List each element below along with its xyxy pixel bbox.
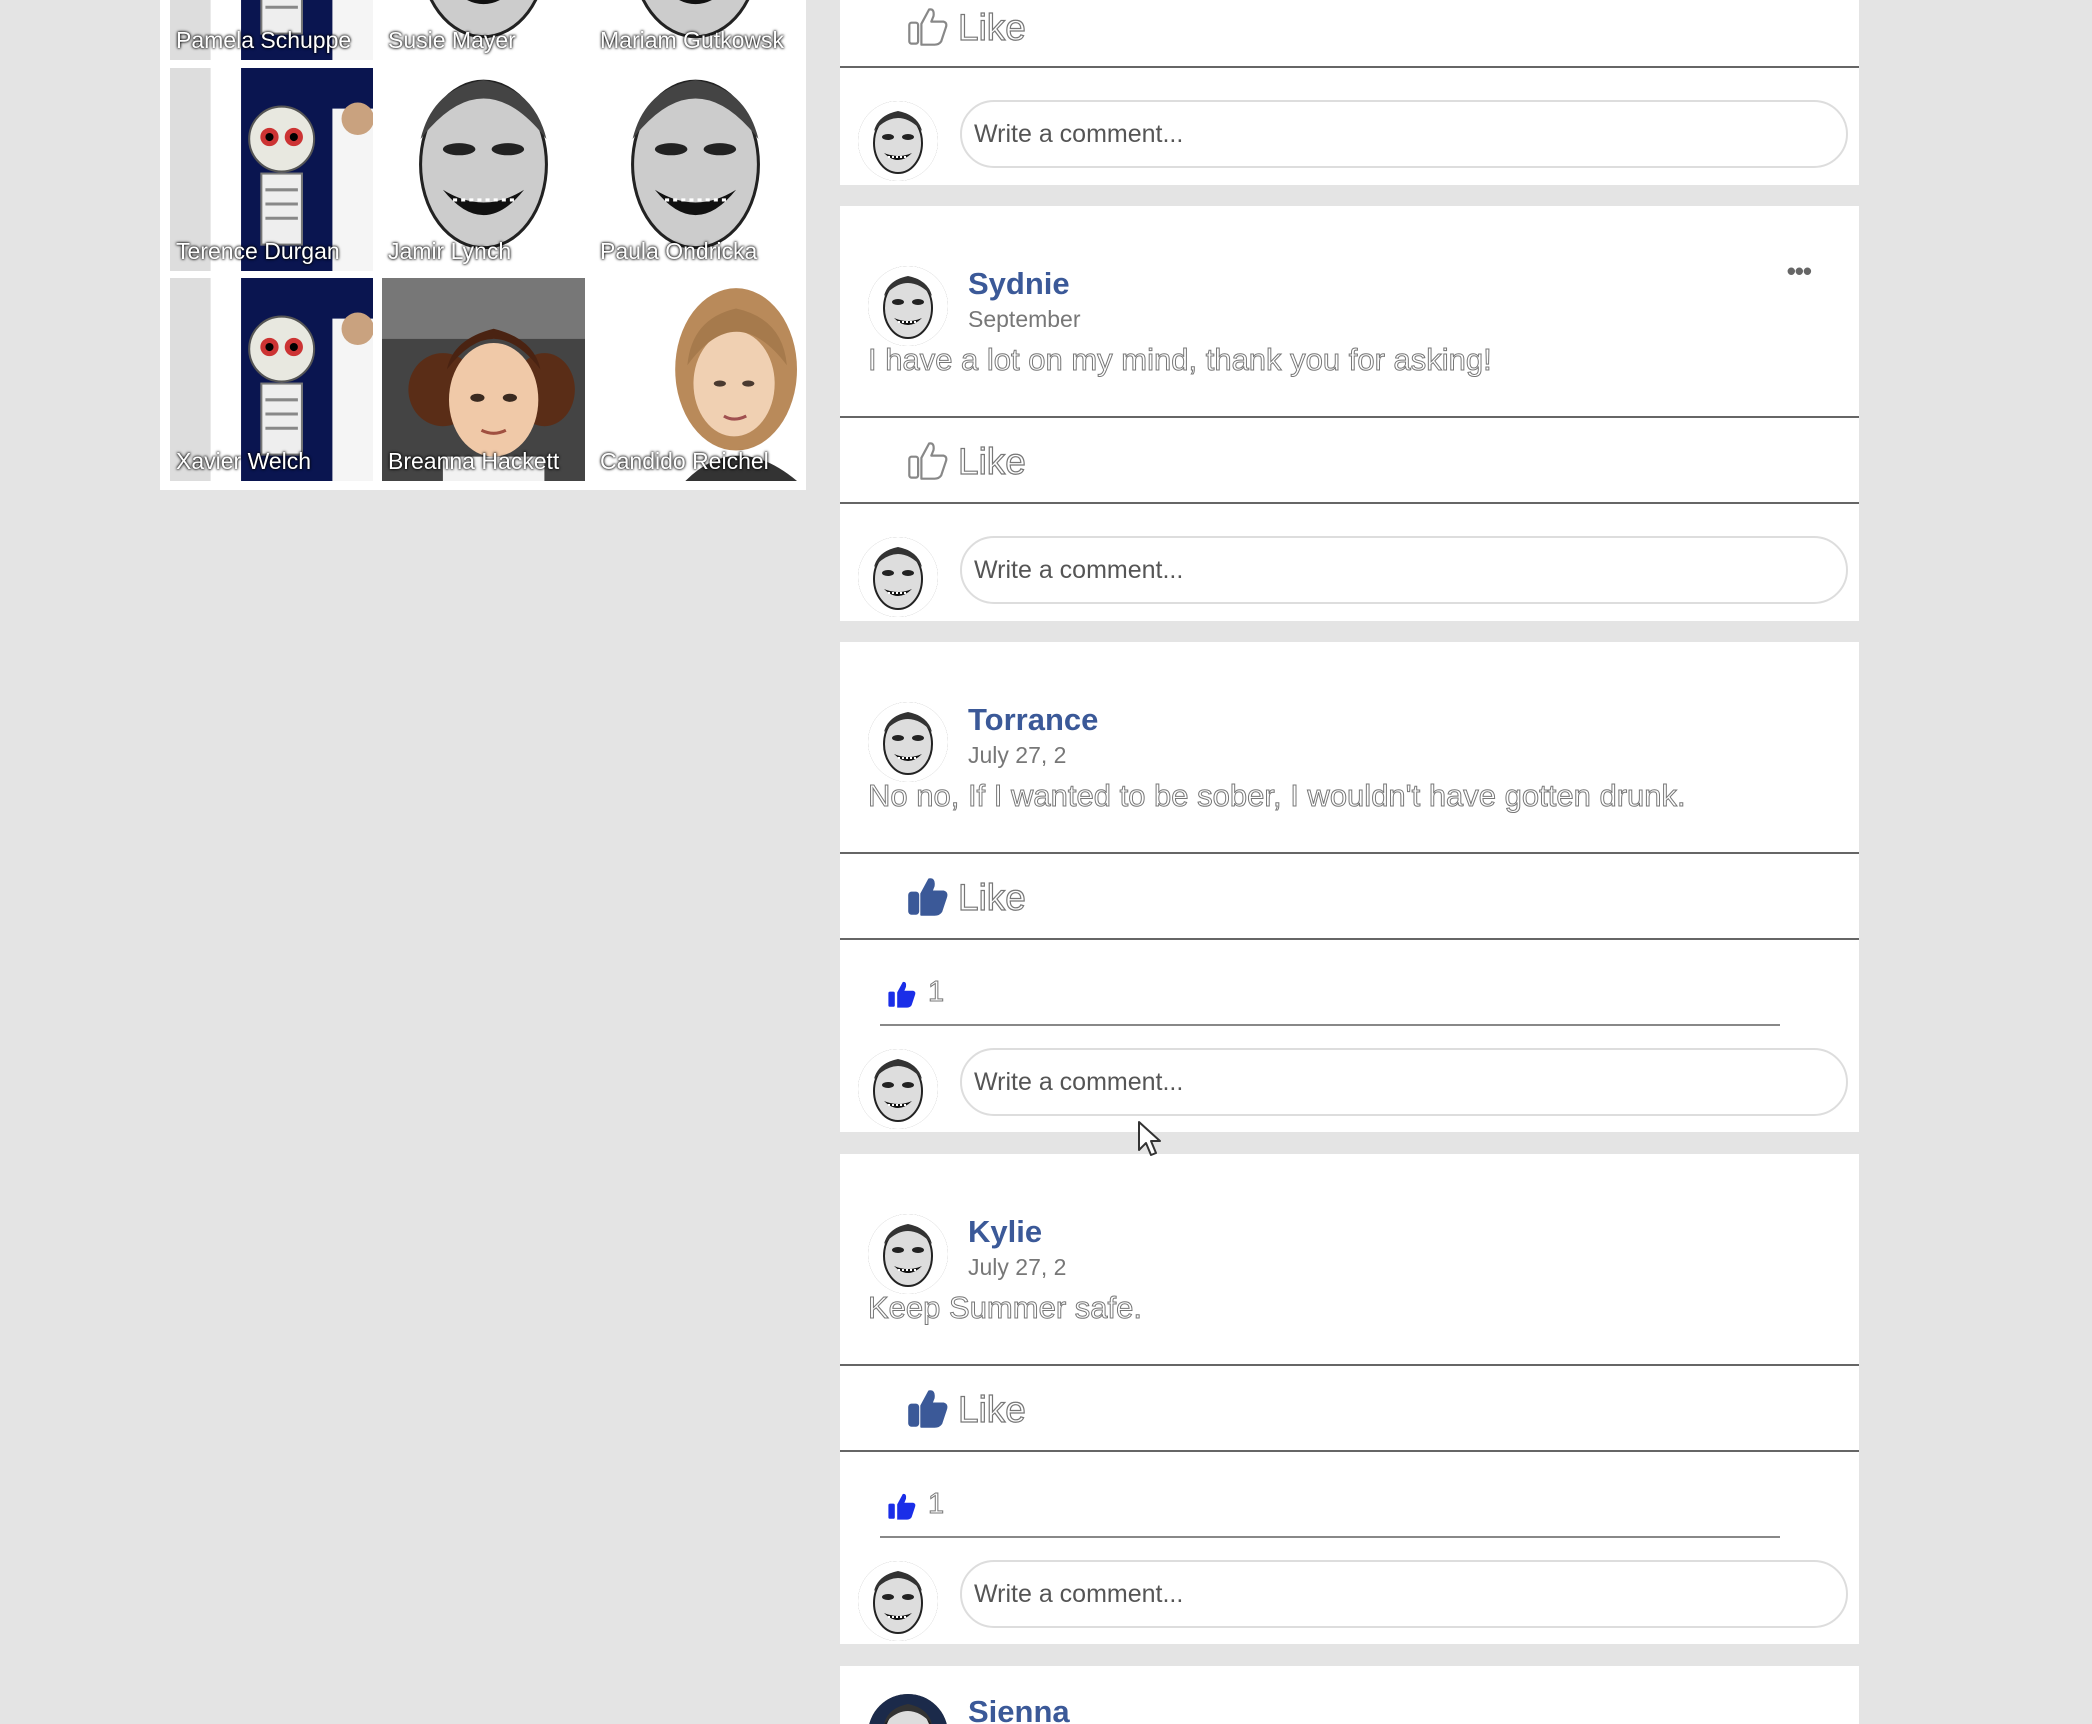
friend-tile[interactable]: Xavier Welch (170, 278, 373, 481)
author-avatar[interactable] (868, 702, 948, 782)
friend-name[interactable]: Xavier Welch (176, 448, 311, 475)
author-name[interactable]: Sienna (968, 1694, 1070, 1724)
like-button[interactable]: Like (906, 1382, 1026, 1438)
thumbs-up-icon (886, 1490, 918, 1527)
divider (840, 1450, 1859, 1452)
more-dots-icon[interactable]: ••• (1787, 256, 1812, 287)
friend-tile[interactable]: Jamir Lynch (382, 68, 585, 271)
divider (840, 852, 1859, 854)
like-label: Like (957, 6, 1026, 48)
friend-tile[interactable]: Candido Reichel (594, 278, 797, 481)
friend-tile[interactable]: Pamela Schuppe (170, 0, 373, 60)
avatar[interactable] (858, 537, 938, 617)
post-timestamp[interactable]: July 27, 2 (968, 1254, 1066, 1281)
author-name[interactable]: Torrance (968, 702, 1098, 738)
friend-tile[interactable]: Mariam Gutkowsk (594, 0, 797, 60)
divider (880, 1024, 1780, 1026)
like-button[interactable]: Like (906, 434, 1026, 490)
author-avatar[interactable] (868, 266, 948, 346)
like-count-summary[interactable]: 1 (880, 1478, 1820, 1538)
comment-input[interactable] (960, 1048, 1848, 1116)
thumbs-up-outline-icon (906, 4, 950, 53)
friend-tile[interactable]: Breanna Hackett (382, 278, 585, 481)
comment-row (840, 98, 1859, 184)
post-card: Kylie July 27, 2 Keep Summer safe. Like … (840, 1154, 1859, 1644)
divider (840, 416, 1859, 418)
thumbs-up-filled-icon (906, 874, 950, 923)
friends-photo-grid: Pamela Schuppe Susie Mayer Mariam Gutkow… (160, 0, 806, 490)
post-card: Sienna (840, 1666, 1859, 1724)
friend-name[interactable]: Jamir Lynch (388, 238, 511, 265)
like-row: Like (840, 420, 1859, 504)
friend-name[interactable]: Susie Mayer (388, 27, 516, 54)
like-button[interactable]: Like (906, 870, 1026, 926)
author-avatar[interactable] (868, 1694, 948, 1724)
post-timestamp[interactable]: July 27, 2 (968, 742, 1066, 769)
like-button[interactable]: Like (906, 0, 1026, 56)
like-label: Like (957, 876, 1026, 918)
like-label: Like (957, 440, 1026, 482)
like-count: 1 (927, 976, 945, 1009)
like-label: Like (957, 1388, 1026, 1430)
friend-name[interactable]: Pamela Schuppe (176, 27, 351, 54)
thumbs-up-outline-icon (906, 438, 950, 487)
comment-row (840, 1046, 1859, 1132)
avatar[interactable] (858, 101, 938, 181)
avatar[interactable] (858, 1049, 938, 1129)
mouse-cursor-icon (1138, 1121, 1161, 1156)
divider (840, 66, 1859, 68)
post-card: Like (840, 0, 1859, 185)
friend-name[interactable]: Paula Ondricka (600, 238, 757, 265)
friend-tile[interactable]: Paula Ondricka (594, 68, 797, 271)
friend-tile[interactable]: Terence Durgan (170, 68, 373, 271)
friend-tile[interactable]: Susie Mayer (382, 0, 585, 60)
comment-row (840, 534, 1859, 620)
post-card: Torrance July 27, 2 No no, If I wanted t… (840, 642, 1859, 1132)
divider (840, 1364, 1859, 1366)
like-count: 1 (927, 1488, 945, 1521)
comment-row (840, 1558, 1859, 1644)
author-name[interactable]: Sydnie (968, 266, 1070, 302)
avatar[interactable] (858, 1561, 938, 1641)
comment-input[interactable] (960, 536, 1848, 604)
like-row: Like (840, 1368, 1859, 1452)
friend-name[interactable]: Breanna Hackett (388, 448, 559, 475)
post-timestamp[interactable]: September (968, 306, 1081, 333)
thumbs-up-icon (886, 978, 918, 1015)
like-count-summary[interactable]: 1 (880, 966, 1820, 1026)
friend-name[interactable]: Candido Reichel (600, 448, 769, 475)
like-row: Like (840, 856, 1859, 940)
friend-name[interactable]: Terence Durgan (176, 238, 340, 265)
post-text: No no, If I wanted to be sober, I wouldn… (868, 778, 1687, 814)
divider (840, 938, 1859, 940)
comment-input[interactable] (960, 100, 1848, 168)
post-text: Keep Summer safe. (868, 1290, 1143, 1326)
thumbs-up-filled-icon (906, 1386, 950, 1435)
comment-input[interactable] (960, 1560, 1848, 1628)
post-card: Sydnie September ••• I have a lot on my … (840, 206, 1859, 621)
friend-name[interactable]: Mariam Gutkowsk (600, 27, 784, 54)
post-text: I have a lot on my mind, thank you for a… (868, 342, 1493, 378)
author-avatar[interactable] (868, 1214, 948, 1294)
author-name[interactable]: Kylie (968, 1214, 1042, 1250)
like-row: Like (840, 0, 1859, 70)
divider (840, 502, 1859, 504)
divider (880, 1536, 1780, 1538)
